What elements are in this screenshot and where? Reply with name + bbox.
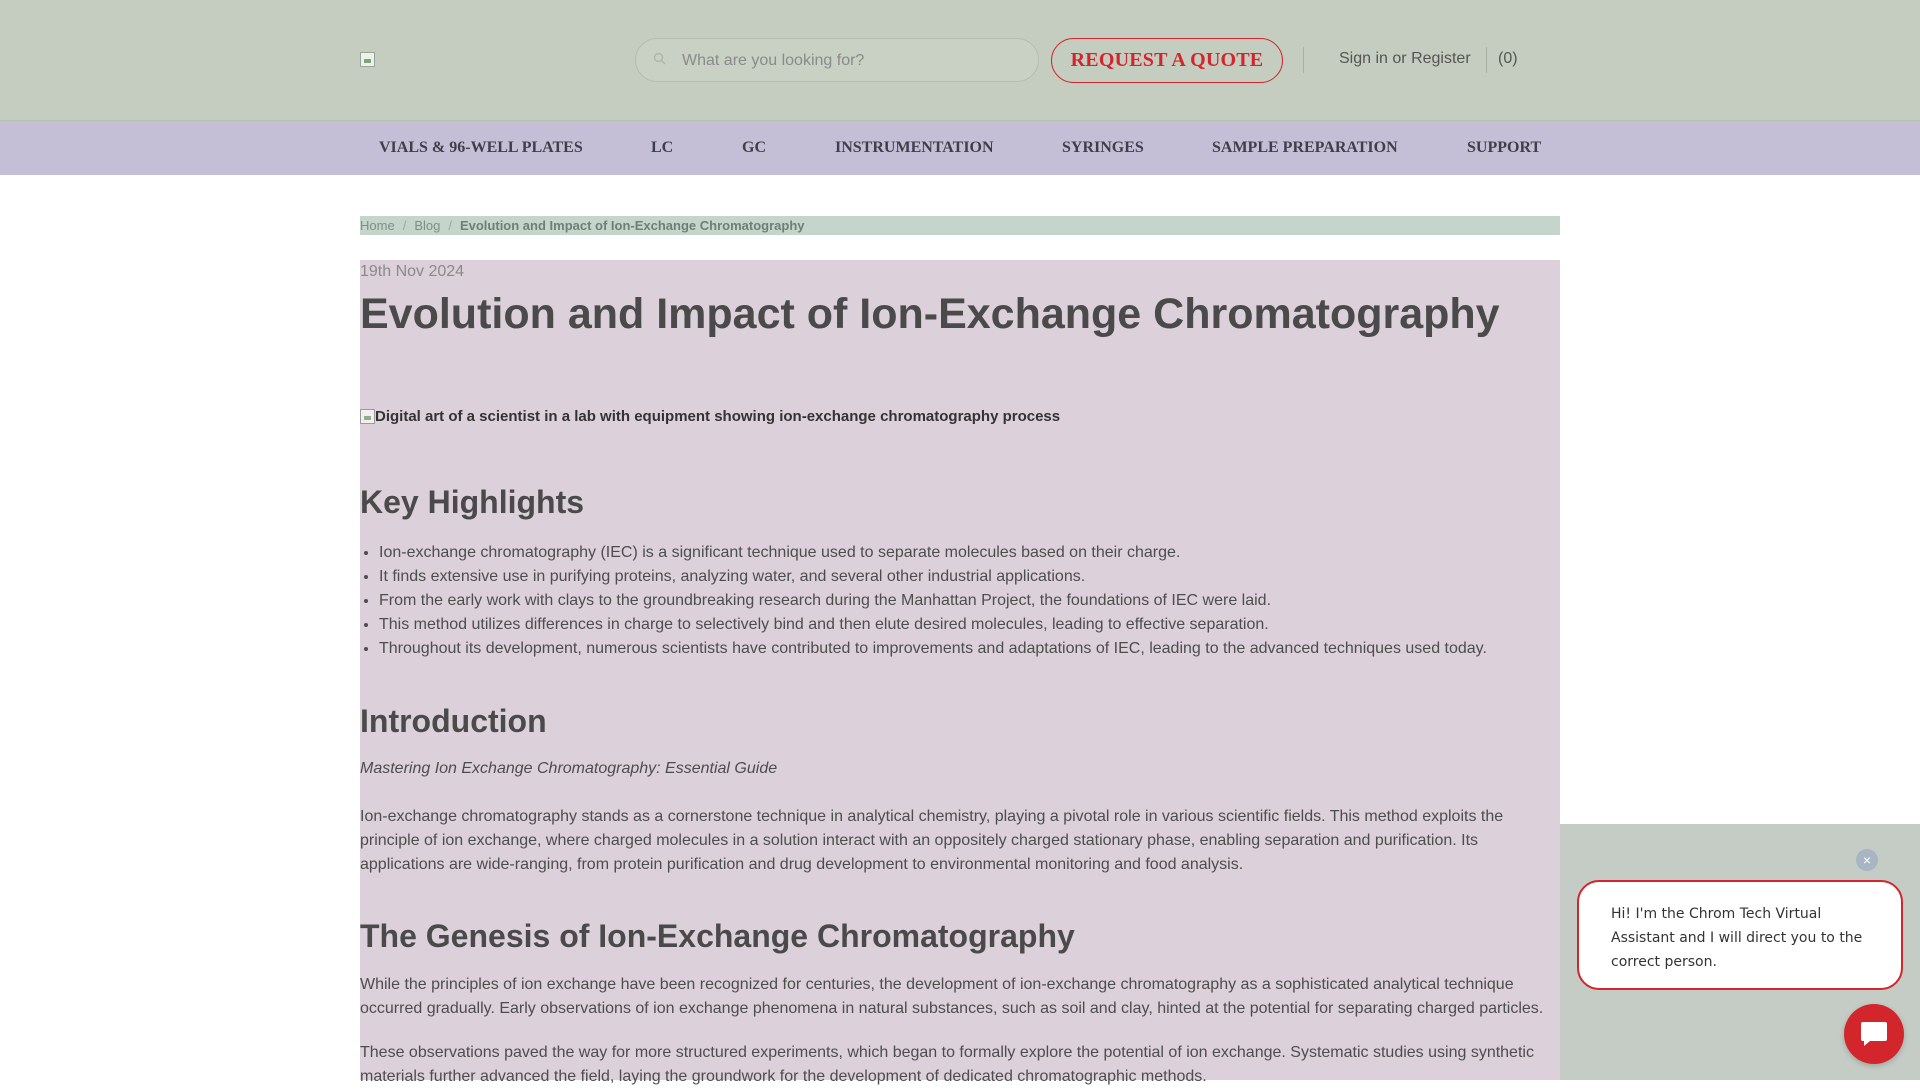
- genesis-paragraph: These observations paved the way for mor…: [360, 1044, 1534, 1085]
- main-nav: VIALS & 96-WELL PLATES LC GC INSTRUMENTA…: [0, 121, 1920, 175]
- list-item: Throughout its development, numerous sci…: [379, 637, 1487, 661]
- search-icon: [653, 52, 666, 65]
- nav-item-syringes[interactable]: SYRINGES: [1062, 139, 1144, 157]
- chat-greeting-text: Hi! I'm the Chrom Tech Virtual Assistant…: [1611, 906, 1863, 970]
- broken-image-icon: [360, 409, 375, 424]
- nav-item-vials[interactable]: VIALS & 96-WELL PLATES: [379, 139, 583, 157]
- breadcrumb-blog[interactable]: Blog: [414, 218, 440, 233]
- nav-item-sample-preparation[interactable]: SAMPLE PREPARATION: [1212, 139, 1398, 157]
- cart-link[interactable]: (0): [1498, 50, 1518, 68]
- article-title: Evolution and Impact of Ion-Exchange Chr…: [360, 290, 1500, 338]
- header-divider: [1303, 47, 1304, 73]
- breadcrumb-separator: /: [402, 218, 407, 233]
- nav-item-gc[interactable]: GC: [742, 139, 766, 157]
- genesis-heading: The Genesis of Ion-Exchange Chromatograp…: [360, 918, 1075, 954]
- chat-greeting-bubble[interactable]: Hi! I'm the Chrom Tech Virtual Assistant…: [1577, 880, 1903, 990]
- article-date: 19th Nov 2024: [360, 263, 465, 280]
- chat-launcher-button[interactable]: [1844, 1004, 1904, 1064]
- list-item: This method utilizes differences in char…: [379, 613, 1487, 637]
- site-logo[interactable]: [360, 52, 375, 67]
- chat-close-icon[interactable]: ×: [1856, 849, 1878, 871]
- introduction-heading: Introduction: [360, 703, 547, 739]
- intro-paragraph: Ion-exchange chromatography stands as a …: [360, 808, 1504, 873]
- search-input[interactable]: [680, 39, 1024, 83]
- article-body: 19th Nov 2024 Evolution and Impact of Io…: [360, 260, 1560, 1085]
- breadcrumb: Home / Blog / Evolution and Impact of Io…: [360, 216, 1560, 235]
- account-links: Sign in or Register: [1339, 50, 1471, 68]
- nav-item-support[interactable]: SUPPORT: [1467, 139, 1541, 157]
- key-highlights-heading: Key Highlights: [360, 484, 585, 520]
- list-item: It finds extensive use in purifying prot…: [379, 565, 1487, 589]
- list-item: From the early work with clays to the gr…: [379, 589, 1487, 613]
- hero-image: Digital art of a scientist in a lab with…: [360, 408, 1060, 425]
- register-link[interactable]: Register: [1411, 50, 1471, 67]
- breadcrumb-home[interactable]: Home: [360, 218, 395, 233]
- genesis-paragraph: While the principles of ion exchange hav…: [360, 976, 1544, 1017]
- nav-item-lc[interactable]: LC: [651, 139, 673, 157]
- highlights-list: Ion-exchange chromatography (IEC) is a s…: [360, 541, 1487, 661]
- chat-bubble-icon: [1861, 1022, 1887, 1046]
- site-header: REQUEST A QUOTE Sign in or Register (0): [0, 0, 1920, 121]
- sign-in-link[interactable]: Sign in: [1339, 50, 1388, 67]
- intro-guide-title: Mastering Ion Exchange Chromatography: E…: [360, 760, 778, 777]
- cart-count: (0): [1498, 50, 1518, 67]
- breadcrumb-current: Evolution and Impact of Ion-Exchange Chr…: [459, 218, 805, 233]
- request-quote-button[interactable]: REQUEST A QUOTE: [1051, 38, 1283, 83]
- search-box[interactable]: [635, 38, 1039, 83]
- header-divider: [1486, 47, 1487, 73]
- hero-image-alt: Digital art of a scientist in a lab with…: [375, 408, 1061, 425]
- list-item: Ion-exchange chromatography (IEC) is a s…: [379, 541, 1487, 565]
- or-text: or: [1392, 50, 1407, 67]
- nav-item-instrumentation[interactable]: INSTRUMENTATION: [835, 139, 994, 157]
- breadcrumb-separator: /: [448, 218, 452, 233]
